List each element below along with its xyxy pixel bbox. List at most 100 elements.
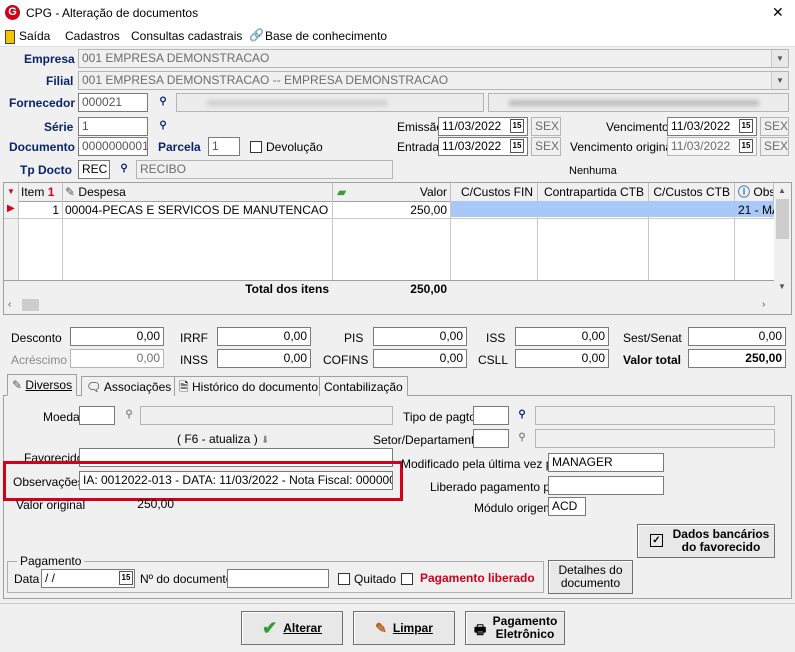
tpdocto-name-field: RECIBO xyxy=(136,160,393,179)
header-item[interactable]: Item 1 xyxy=(19,183,63,201)
binoculars-icon[interactable]: ⚲ xyxy=(155,119,171,133)
empresa-select[interactable]: 001 EMPRESA DEMONSTRACAO ▼ xyxy=(78,49,789,68)
irrf-label: IRRF xyxy=(180,331,208,345)
iss-input[interactable]: 0,00 xyxy=(515,327,609,346)
total-value: 250,00 xyxy=(410,282,447,296)
grid-total-row: Total dos itens 250,00 xyxy=(4,280,774,297)
setor-label: Setor/Departamento xyxy=(373,433,482,447)
grid-body: ▶ 1 00004-PECAS E SERVICOS DE MANUTENCAO… xyxy=(4,201,780,280)
menu-saida[interactable]: Saída xyxy=(19,29,50,43)
pencil-icon: ✎ xyxy=(12,378,23,392)
acrescimo-input: 0,00 xyxy=(70,349,164,368)
cofins-input[interactable]: 0,00 xyxy=(373,349,467,368)
csll-input[interactable]: 0,00 xyxy=(515,349,609,368)
filial-select[interactable]: 001 EMPRESA DEMONSTRACAO -- EMPRESA DEMO… xyxy=(78,71,789,90)
header-ccfin[interactable]: C/Custos FIN xyxy=(451,183,538,201)
highlight-box xyxy=(3,461,403,501)
scroll-up-icon[interactable]: ▲ xyxy=(778,186,786,195)
pagamento-eletronico-button[interactable]: 🖶 Pagamento Eletrônico xyxy=(465,611,565,645)
nenhuma-label: Nenhuma xyxy=(569,165,617,177)
binoculars-icon[interactable]: ⚲ xyxy=(121,408,137,422)
inss-input[interactable]: 0,00 xyxy=(217,349,311,368)
horizontal-scrollbar[interactable]: ‹ › xyxy=(4,296,791,314)
alterar-button[interactable]: ✔ Alterar xyxy=(241,611,343,645)
modulo-input: ACD xyxy=(548,497,586,516)
header-indicator: ▼ xyxy=(4,183,19,201)
scroll-down-icon[interactable]: ▼ xyxy=(778,282,786,291)
tab-contabilizacao[interactable]: Contabilização xyxy=(319,376,408,396)
tipo-pagto-name-field xyxy=(535,406,775,425)
setor-input[interactable] xyxy=(473,429,509,448)
header-obs[interactable]: ⓘ Obs xyxy=(735,183,774,201)
calendar-icon[interactable]: 15 xyxy=(119,571,133,585)
close-icon[interactable]: ✕ xyxy=(772,4,784,21)
menu-cadastros[interactable]: Cadastros xyxy=(65,29,120,43)
pis-input[interactable]: 0,00 xyxy=(373,327,467,346)
csll-label: CSLL xyxy=(478,353,509,367)
devolucao-checkbox[interactable] xyxy=(250,141,262,153)
parcela-label: Parcela xyxy=(158,140,201,154)
arrow-down-icon: ⬇ xyxy=(261,435,270,446)
venc-original-label: Vencimento original xyxy=(570,140,675,154)
f6-atualiza[interactable]: ( F6 - atualiza ) ⬇ xyxy=(177,432,269,446)
quitado-checkbox[interactable] xyxy=(338,573,350,585)
tpdocto-code-input[interactable]: REC xyxy=(78,160,110,179)
tipo-pagto-input[interactable] xyxy=(473,406,509,425)
binoculars-icon[interactable]: ⚲ xyxy=(514,431,530,445)
printer-icon: 🖶 xyxy=(474,622,487,637)
scroll-right-icon[interactable]: › xyxy=(762,299,765,310)
menu-base-conhecimento[interactable]: Base de conhecimento xyxy=(265,29,387,43)
scroll-thumb-h[interactable] xyxy=(22,299,39,311)
tab-historico[interactable]: 🗎 Histórico do documento xyxy=(174,376,324,396)
vertical-scrollbar[interactable]: ▲ ▼ xyxy=(774,183,791,296)
calendar-icon[interactable]: 15 xyxy=(510,139,524,153)
window-title: CPG - Alteração de documentos xyxy=(26,6,199,20)
tab-diversos[interactable]: ✎ Diversos xyxy=(7,374,78,396)
calendar-icon: 15 xyxy=(739,139,753,153)
row-despesa: 00004-PECAS E SERVICOS DE MANUTENCAO xyxy=(65,203,329,217)
header-contrapartida[interactable]: Contrapartida CTB xyxy=(538,183,649,201)
fornecedor-code-input[interactable]: 000021 xyxy=(78,93,148,112)
moeda-input[interactable] xyxy=(79,406,115,425)
scroll-left-icon[interactable]: ‹ xyxy=(8,299,11,310)
modificado-label: Modificado pela última vez por xyxy=(401,457,564,471)
devolucao-label: Devolução xyxy=(266,140,323,154)
moeda-label: Moeda xyxy=(43,410,80,424)
serie-label: Série xyxy=(44,120,74,134)
items-grid[interactable]: ▼ Item 1 ✎ Despesa ▰ Valor C/Custos FIN C… xyxy=(3,182,792,315)
header-valor[interactable]: ▰ Valor xyxy=(333,183,451,201)
pagamento-liberado-checkbox[interactable] xyxy=(401,573,413,585)
row-item: 1 xyxy=(52,203,59,217)
ndoc-input[interactable] xyxy=(227,569,329,588)
eraser-icon: ✎ xyxy=(375,619,387,636)
detalhes-documento-button[interactable]: Detalhes do documento xyxy=(548,560,633,594)
documento-input[interactable]: 0000000001 xyxy=(78,137,148,156)
binoculars-icon[interactable]: ⚲ xyxy=(514,408,530,422)
calendar-icon[interactable]: 15 xyxy=(510,119,524,133)
irrf-input[interactable]: 0,00 xyxy=(217,327,311,346)
binoculars-icon[interactable]: ⚲ xyxy=(116,162,132,176)
document-icon: ✎ xyxy=(65,185,76,199)
desconto-input[interactable]: 0,00 xyxy=(70,327,164,346)
menu-consultas-cadastrais[interactable]: Consultas cadastrais xyxy=(131,29,242,43)
header-ccctb[interactable]: C/Custos CTB xyxy=(649,183,735,201)
binoculars-icon[interactable]: ⚲ xyxy=(155,95,171,109)
sestsenat-input[interactable]: 0,00 xyxy=(688,327,786,346)
pagamento-group-label: Pagamento xyxy=(17,554,85,568)
table-row[interactable]: ▶ 1 00004-PECAS E SERVICOS DE MANUTENCAO… xyxy=(4,201,780,219)
limpar-button[interactable]: ✎ Limpar xyxy=(353,611,455,645)
tab-associacoes[interactable]: 🗨 Associações xyxy=(81,376,177,396)
entrada-label: Entrada xyxy=(397,140,440,154)
calendar-icon[interactable]: 15 xyxy=(739,119,753,133)
valortotal-input: 250,00 xyxy=(688,349,786,368)
header-despesa[interactable]: ✎ Despesa xyxy=(63,183,333,201)
scroll-thumb[interactable] xyxy=(776,199,789,239)
serie-input[interactable]: 1 xyxy=(78,117,148,136)
moeda-name-field xyxy=(140,406,393,425)
parcela-input[interactable]: 1 xyxy=(208,137,240,156)
desconto-label: Desconto xyxy=(11,331,62,345)
venc-original-dow: SEX xyxy=(760,137,789,156)
dados-bancarios-button[interactable]: ✓ Dados bancários do favorecido xyxy=(637,524,775,558)
cofins-label: COFINS xyxy=(323,353,369,367)
title-bar: G CPG - Alteração de documentos ✕ xyxy=(0,0,795,26)
